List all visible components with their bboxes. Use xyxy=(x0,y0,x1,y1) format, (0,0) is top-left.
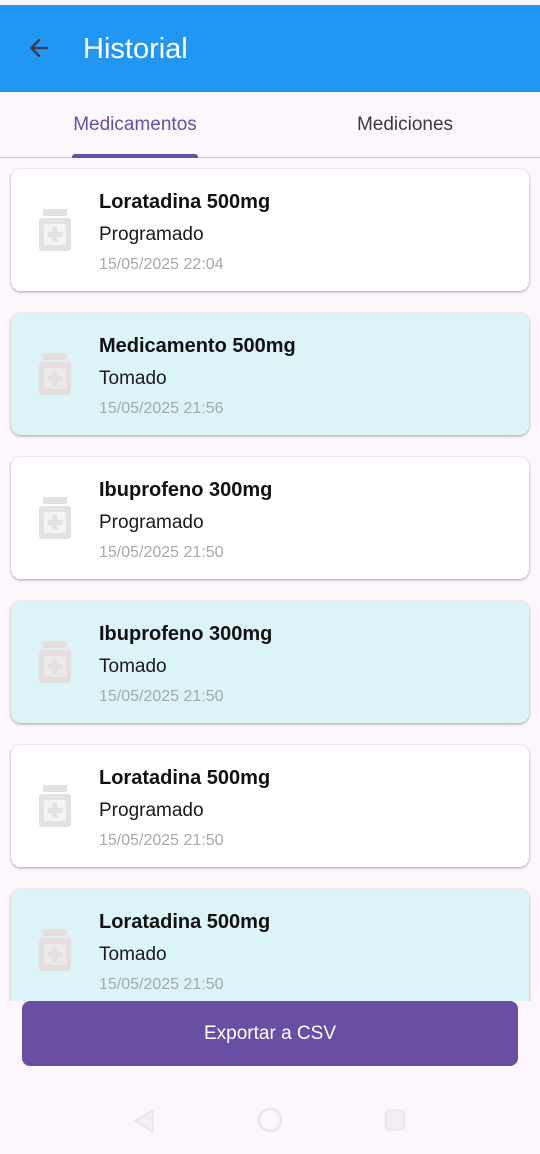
tab-mediciones[interactable]: Mediciones xyxy=(270,92,540,158)
medication-datetime: 15/05/2025 21:50 xyxy=(99,976,224,993)
nav-back-icon[interactable] xyxy=(132,1108,156,1134)
medication-status: Programado xyxy=(99,512,204,533)
history-card[interactable]: Loratadina 500mg Programado 15/05/2025 2… xyxy=(11,745,529,867)
medication-name: Medicamento 500mg xyxy=(99,335,296,357)
medication-name: Loratadina 500mg xyxy=(99,911,271,933)
medication-name: Ibuprofeno 300mg xyxy=(99,623,273,645)
history-card[interactable]: Medicamento 500mg Tomado 15/05/2025 21:5… xyxy=(11,313,529,435)
history-screen: Historial Medicamentos Mediciones Lorata… xyxy=(0,0,540,1154)
medication-datetime: 15/05/2025 22:04 xyxy=(99,256,224,273)
tab-indicator xyxy=(72,154,198,158)
medicine-bottle-icon xyxy=(39,929,71,971)
back-button[interactable] xyxy=(22,31,56,65)
medication-datetime: 15/05/2025 21:50 xyxy=(99,544,224,561)
medication-status: Programado xyxy=(99,800,204,821)
tab-bar: Medicamentos Mediciones xyxy=(0,92,540,158)
history-card[interactable]: Loratadina 500mg Programado 15/05/2025 2… xyxy=(11,169,529,291)
tab-medicamentos[interactable]: Medicamentos xyxy=(0,92,270,158)
medicine-bottle-icon xyxy=(39,785,71,827)
system-navigation-bar xyxy=(0,1090,540,1154)
export-csv-button[interactable]: Exportar a CSV xyxy=(22,1001,518,1066)
medicine-bottle-icon xyxy=(39,353,71,395)
medication-datetime: 15/05/2025 21:50 xyxy=(99,688,224,705)
app-bar: Historial xyxy=(0,5,540,92)
medication-name: Ibuprofeno 300mg xyxy=(99,479,273,501)
medication-name: Loratadina 500mg xyxy=(99,191,271,213)
medication-datetime: 15/05/2025 21:56 xyxy=(99,400,224,417)
arrow-left-icon xyxy=(29,38,49,58)
history-list[interactable]: Loratadina 500mg Programado 15/05/2025 2… xyxy=(0,159,540,1001)
medication-datetime: 15/05/2025 21:50 xyxy=(99,832,224,849)
page-title: Historial xyxy=(83,33,188,65)
medication-status: Tomado xyxy=(99,368,167,389)
nav-recents-icon[interactable] xyxy=(384,1109,406,1131)
nav-home-icon[interactable] xyxy=(257,1107,283,1133)
medicine-bottle-icon xyxy=(39,209,71,251)
medication-name: Loratadina 500mg xyxy=(99,767,271,789)
history-card[interactable]: Loratadina 500mg Tomado 15/05/2025 21:50 xyxy=(11,889,529,1001)
medication-status: Programado xyxy=(99,224,204,245)
history-card[interactable]: Ibuprofeno 300mg Tomado 15/05/2025 21:50 xyxy=(11,601,529,723)
medication-status: Tomado xyxy=(99,944,167,965)
medication-status: Tomado xyxy=(99,656,167,677)
history-card[interactable]: Ibuprofeno 300mg Programado 15/05/2025 2… xyxy=(11,457,529,579)
medicine-bottle-icon xyxy=(39,641,71,683)
medicine-bottle-icon xyxy=(39,497,71,539)
